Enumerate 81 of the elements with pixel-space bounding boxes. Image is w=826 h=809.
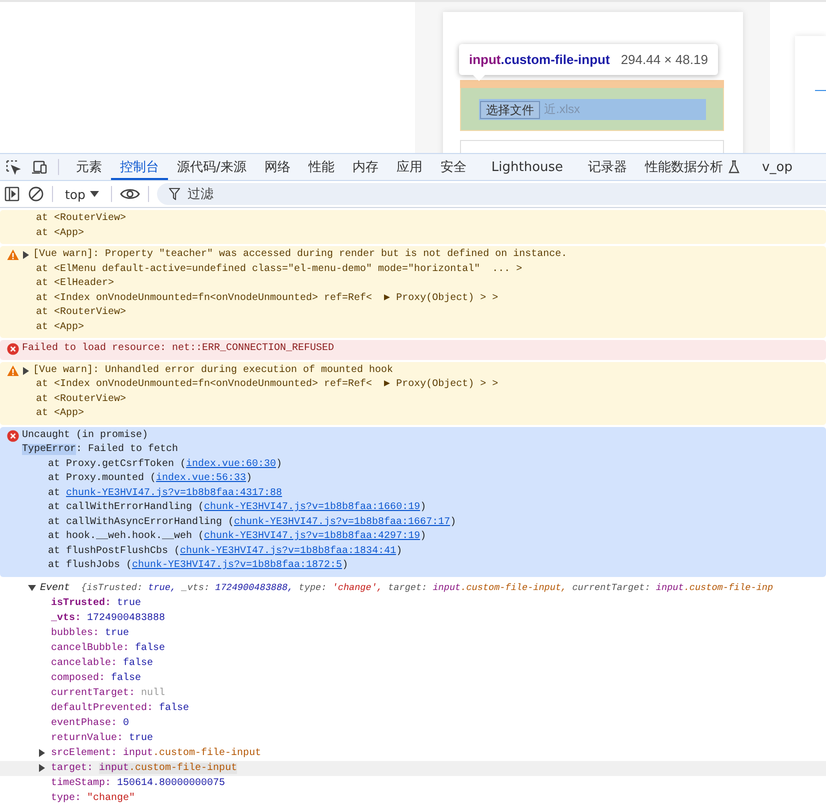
- caret-icon: [90, 191, 100, 197]
- devtools-tab[interactable]: 安全: [431, 154, 476, 180]
- stack-line: at callWithErrorHandling (chunk-YE3HVI47.js?v=1b8b8faa:1660:19): [47, 501, 428, 515]
- warning-icon: [7, 364, 19, 376]
- expand-arrow-icon[interactable]: [38, 764, 46, 772]
- stack-line: at <RouterView>: [35, 392, 128, 406]
- object-summary: Event {isTrusted: true, _vts: 1724900483888, type: 'change', target: input.custom-file-input, currentTarget: input.custom-file-inp: [40, 580, 774, 596]
- device-toolbar-icon[interactable]: [31, 159, 47, 175]
- message-text: [Vue warn]: Property "teacher" was accessed during render but is not defined on instance.: [33, 248, 568, 262]
- message-text: [Vue warn]: Unhandled error during execution of mounted hook: [33, 364, 394, 378]
- property-line: defaultPrevented: false: [51, 702, 190, 714]
- stack-line: at chunk-YE3HVI47.js?v=1b8b8faa:4317:88: [47, 486, 284, 500]
- choose-file-button[interactable]: 选择文件: [480, 100, 540, 118]
- stack-line: at Proxy.getCsrfToken (index.vue:60:30): [47, 458, 284, 472]
- eye-icon[interactable]: [120, 187, 140, 201]
- source-link[interactable]: chunk-YE3HVI47.js?v=1b8b8faa:1872:5: [132, 560, 342, 571]
- property-line: bubbles: true: [51, 628, 130, 638]
- property-line: currentTarget: null: [51, 688, 166, 698]
- expand-arrow-icon[interactable]: [22, 251, 30, 260]
- devtools-tab[interactable]: 应用: [387, 154, 432, 180]
- devtools-tab[interactable]: 性能数据分析: [636, 154, 750, 180]
- devtools-tab[interactable]: 网络: [255, 154, 300, 180]
- warning-icon: [7, 249, 19, 261]
- error-icon: [7, 430, 19, 442]
- devtools-tab[interactable]: Lighthouse: [475, 154, 580, 180]
- element-size: 294.44 × 48.19: [620, 52, 708, 67]
- stack-line: at <App>: [35, 226, 86, 240]
- devtools-tab[interactable]: 性能: [299, 154, 344, 180]
- stack-line: at <RouterView>: [35, 306, 128, 320]
- source-link[interactable]: chunk-YE3HVI47.js?v=1b8b8faa:1834:41: [180, 546, 396, 556]
- property-line: type: "change": [51, 792, 136, 804]
- source-link[interactable]: index.vue:60:30: [186, 458, 276, 470]
- clear-icon[interactable]: [28, 186, 44, 202]
- message-text: Failed to load resource: net::ERR_CONNECTION_REFUSED: [22, 342, 334, 356]
- filter-field[interactable]: 过滤: [157, 183, 826, 205]
- error-text: TypeError: Failed to fetch: [22, 443, 180, 457]
- property-line: srcElement: input.custom-file-input: [51, 748, 262, 758]
- file-name: 近.xlsx: [544, 101, 580, 118]
- property-line: cancelable: false: [51, 658, 154, 668]
- source-link[interactable]: chunk-YE3HVI47.js?v=1b8b8faa:1660:19: [204, 502, 420, 513]
- property-line: target: input.custom-file-input: [51, 762, 238, 774]
- devtools-tab[interactable]: 控制台: [111, 154, 168, 180]
- stack-line: at <App>: [35, 407, 86, 421]
- stack-line: at hook.__weh.hook.__weh (chunk-YE3HVI47.js?v=1b8b8faa:4297:19): [47, 530, 428, 544]
- stack-line: at callWithAsyncErrorHandling (chunk-YE3HVI47.js?v=1b8b8faa:1667:17): [47, 516, 458, 530]
- stack-line: at <RouterView>: [35, 212, 128, 226]
- flask-icon: [728, 160, 740, 174]
- property-line: _vts: 1724900483888: [51, 612, 166, 624]
- error-icon: [7, 343, 19, 355]
- context-dropdown[interactable]: top: [61, 186, 104, 202]
- stack-line: at <Index onVnodeUnmounted=fn<onVnodeUnmounted> ref=Ref< ▶ Proxy(Object) > >: [35, 292, 500, 306]
- stack-line: at flushPostFlushCbs (chunk-YE3HVI47.js?v=1b8b8faa:1834:41): [47, 544, 404, 558]
- source-link[interactable]: chunk-YE3HVI47.js?v=1b8b8faa:4317:88: [66, 488, 282, 498]
- property-line: isTrusted: true: [51, 598, 142, 608]
- property-line: timeStamp: 150614.80000000075: [51, 778, 226, 788]
- stack-line: at flushJobs (chunk-YE3HVI47.js?v=1b8b8faa:1872:5): [47, 559, 350, 573]
- property-line: cancelBubble: false: [51, 642, 166, 654]
- devtools-tab[interactable]: v_op: [753, 154, 802, 180]
- stack-line: at <Index onVnodeUnmounted=fn<onVnodeUnmounted> ref=Ref< ▶ Proxy(Object) > >: [35, 378, 500, 392]
- stack-line: at <ElMenu default-active=undefined class="el-menu-demo" mode="horizontal" ... >: [35, 262, 524, 276]
- property-line: returnValue: true: [51, 732, 154, 744]
- devtools-tab[interactable]: 元素: [67, 154, 111, 180]
- source-link[interactable]: chunk-YE3HVI47.js?v=1b8b8faa:4297:19: [204, 531, 420, 542]
- property-line: composed: false: [51, 672, 142, 684]
- devtools-tab[interactable]: 源代码/来源: [168, 154, 256, 180]
- stack-line: at <ElHeader>: [35, 277, 116, 291]
- stack-line: at Proxy.mounted (index.vue:56:33): [47, 472, 254, 486]
- source-link[interactable]: chunk-YE3HVI47.js?v=1b8b8faa:1667:17: [234, 516, 450, 528]
- element-selector: input.custom-file-input: [469, 52, 610, 67]
- message-text: Uncaught (in promise): [22, 428, 148, 442]
- filter-icon: [169, 188, 180, 200]
- inspect-icon[interactable]: [5, 159, 21, 175]
- expand-arrow-icon[interactable]: [38, 749, 46, 757]
- expand-arrow-icon[interactable]: [28, 584, 36, 592]
- stack-line: at <App>: [35, 320, 86, 334]
- sidebar-icon[interactable]: [4, 186, 20, 202]
- devtools-tab[interactable]: 内存: [343, 154, 388, 180]
- source-link[interactable]: index.vue:56:33: [156, 473, 246, 484]
- devtools-tab[interactable]: 记录器: [579, 154, 636, 180]
- property-line: eventPhase: 0: [51, 718, 130, 728]
- expand-arrow-icon[interactable]: [22, 366, 30, 375]
